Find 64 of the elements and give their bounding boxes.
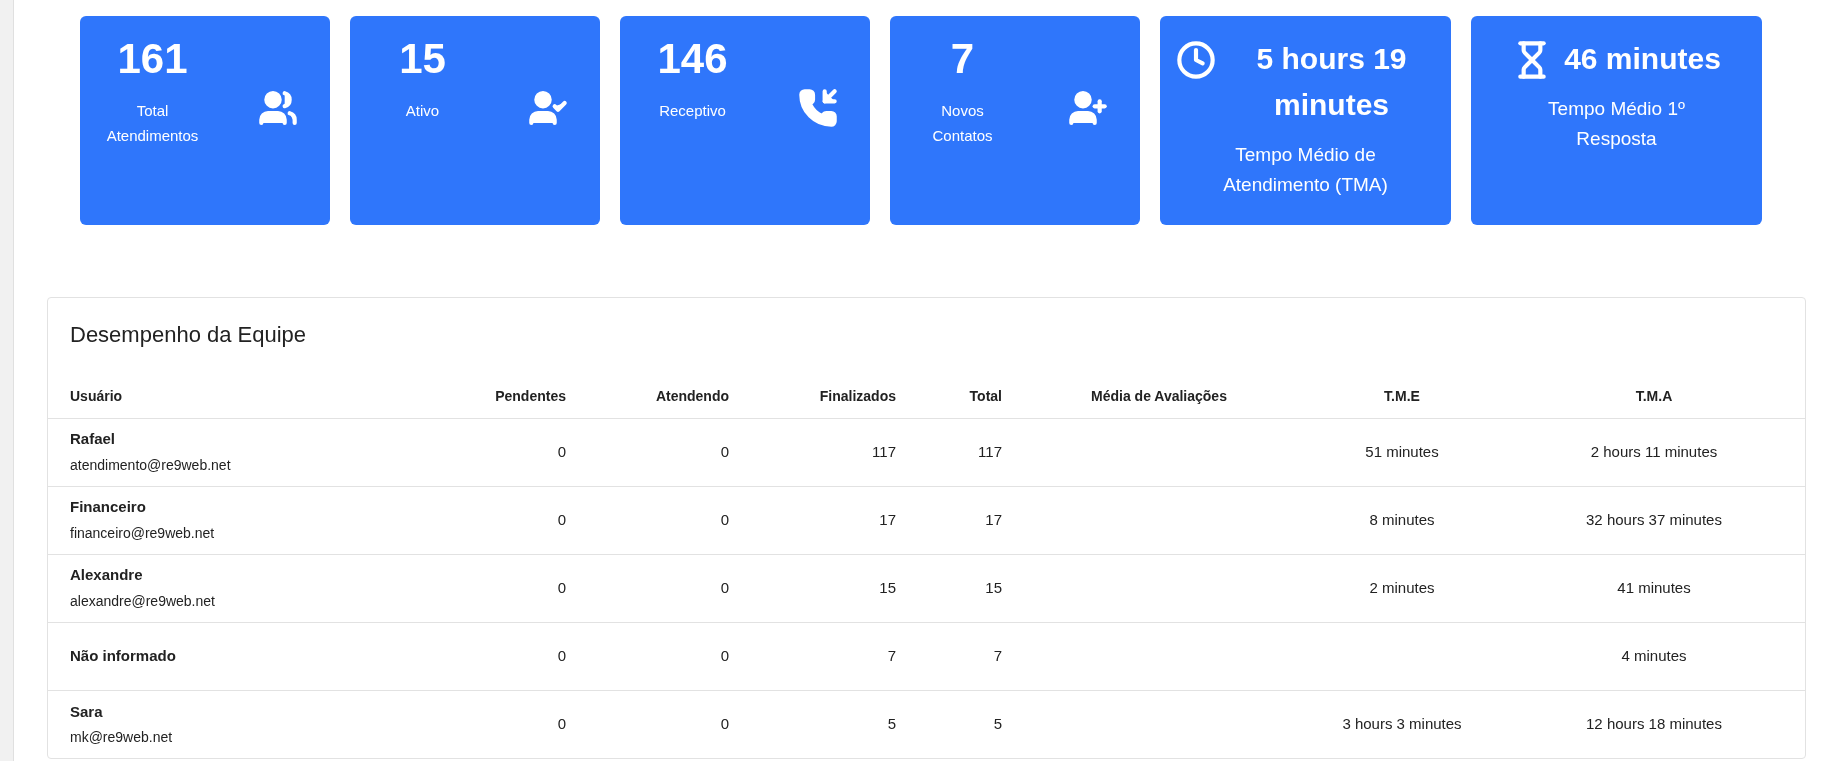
clock-icon (1176, 40, 1216, 80)
stat-label: Total Atendimentos (105, 101, 200, 147)
table-cell: 0 (720, 578, 729, 596)
table-cell: 7 (887, 646, 896, 664)
user-name: Não informado (70, 645, 177, 666)
table-cell: 0 (557, 510, 566, 528)
table-cell: 117 (978, 442, 1002, 460)
column-header: T.M.E (1384, 387, 1420, 404)
stat-value: 7 (950, 36, 975, 83)
user-check-icon (527, 88, 568, 128)
stat-value: 161 (117, 36, 188, 83)
table-cell: 12 hours 18 minutes (1586, 715, 1722, 732)
user-email: atendimento@re9web.net (70, 455, 232, 475)
column-header: Finalizados (819, 387, 896, 404)
table-cell: 0 (557, 646, 566, 664)
table-cell: 2 minutes (1369, 578, 1435, 596)
table-cell: 2 hours 11 minutes (1590, 442, 1718, 460)
table-cell: 5 (993, 715, 1002, 732)
column-header: Total (969, 387, 1002, 404)
user-email: alexandre@re9web.net (70, 591, 216, 611)
stat-label: Receptivo (658, 101, 727, 122)
panel-title: Desempenho da Equipe (70, 322, 307, 347)
add-user-icon (1067, 88, 1108, 128)
column-header: Média de Avaliações (1091, 387, 1227, 404)
table-cell: 5 (887, 715, 896, 732)
stat-label: Tempo Médio 1º Resposta (1547, 97, 1686, 151)
incoming-call-icon (797, 88, 838, 128)
table-cell: 4 minutes (1621, 646, 1687, 664)
table-cell: 15 (985, 578, 1002, 596)
stat-value: 15 (399, 36, 446, 83)
user-email: mk@re9web.net (70, 728, 174, 747)
user-name: Financeiro (70, 497, 147, 518)
table-cell: 117 (872, 442, 896, 460)
column-header: Atendendo (655, 387, 729, 404)
table-cell: 15 (879, 578, 896, 596)
stat-label: Ativo (404, 101, 441, 122)
column-header: T.M.A (1635, 387, 1673, 404)
stat-value: 146 (657, 36, 728, 83)
table-cell: 17 (985, 510, 1002, 528)
table-cell: 0 (557, 578, 566, 596)
user-name: Alexandre (70, 565, 144, 586)
user-email: financeiro@re9web.net (70, 523, 216, 543)
table-cell: 17 (879, 510, 896, 528)
table-cell: 32 hours 37 minutes (1586, 510, 1722, 528)
column-header: Usuário (70, 387, 123, 404)
stat-label: Tempo Médio de Atendimento (TMA) (1222, 143, 1389, 197)
table-cell: 0 (720, 442, 729, 460)
table-cell: 0 (557, 442, 566, 460)
column-header: Pendentes (495, 387, 566, 404)
stat-value: 5 hours 19 minutes (1255, 41, 1408, 123)
user-name: Sara (70, 701, 104, 722)
table-cell: 41 minutes (1617, 578, 1691, 596)
user-name: Rafael (70, 429, 117, 450)
stat-value: 46 minutes (1564, 41, 1721, 77)
table-cell: 0 (720, 510, 729, 528)
table-cell: 51 minutes (1365, 442, 1439, 460)
stat-label: Novos Contatos (931, 101, 994, 147)
table-cell: 3 hours 3 minutes (1342, 715, 1462, 732)
table-cell: 0 (557, 715, 566, 732)
table-cell: 0 (720, 646, 729, 664)
table-cell: 8 minutes (1369, 510, 1435, 528)
table-cell: 7 (993, 646, 1002, 664)
table-cell: 0 (720, 715, 729, 732)
users-icon (257, 88, 298, 128)
